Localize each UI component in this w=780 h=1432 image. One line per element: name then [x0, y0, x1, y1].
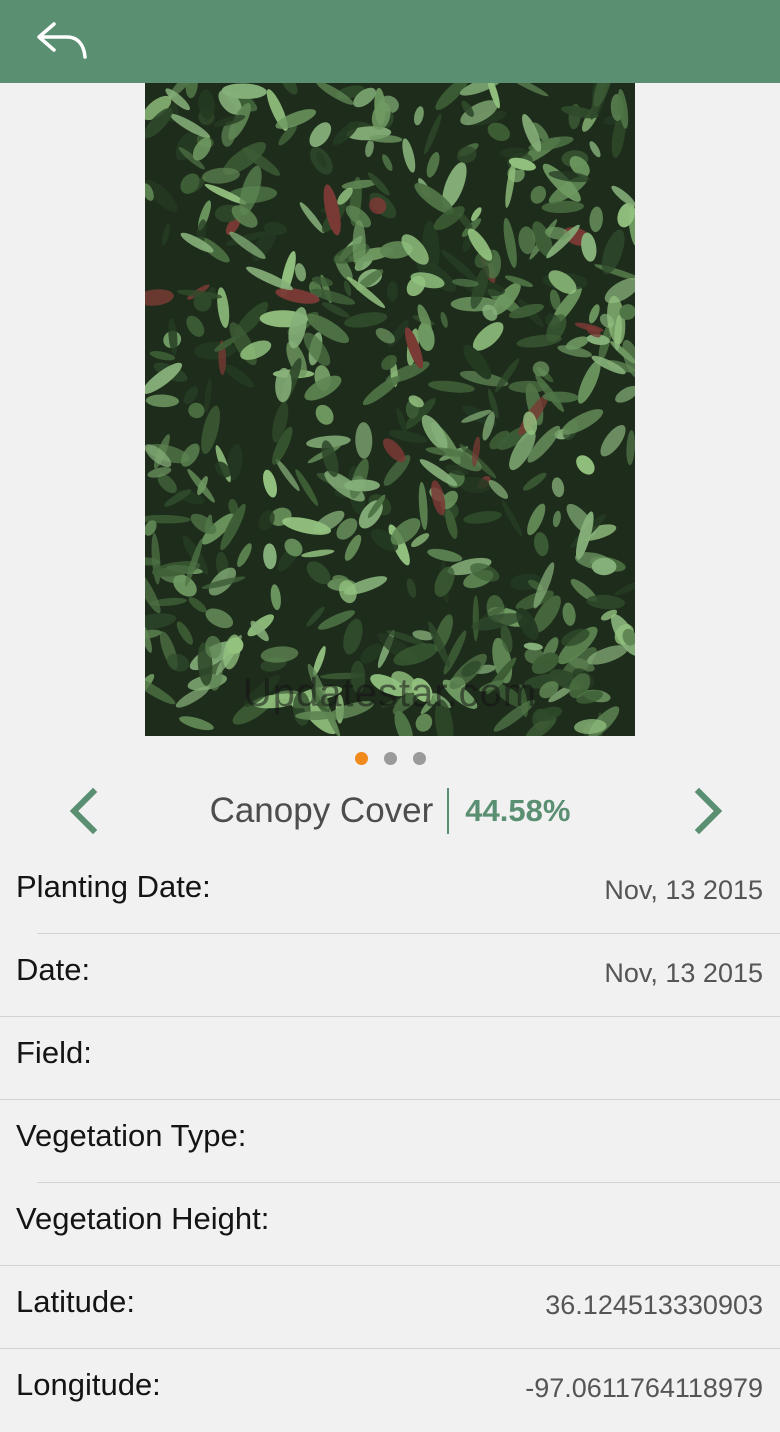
- leaf-shape: [472, 595, 479, 642]
- details-list: Planting Date: Nov, 13 2015 Date: Nov, 1…: [0, 851, 780, 1432]
- metric-value: 44.58%: [465, 793, 571, 828]
- leaf-shape: [352, 219, 366, 270]
- plant-photo: Updatestar.com: [145, 83, 635, 736]
- detail-value: 36.124513330903: [545, 1290, 763, 1320]
- page-dot-3[interactable]: [412, 752, 426, 765]
- chevron-right-icon: [694, 787, 723, 835]
- back-button[interactable]: [30, 16, 94, 66]
- detail-row-planting-date[interactable]: Planting Date: Nov, 13 2015: [0, 851, 780, 934]
- metric-display: Canopy Cover 44.58%: [0, 786, 780, 836]
- detail-label: Latitude:: [16, 1284, 135, 1319]
- page-dot-2[interactable]: [383, 752, 397, 765]
- reply-arrow-icon: [37, 22, 87, 59]
- top-bar: [0, 0, 780, 83]
- metric-label: Canopy Cover: [209, 791, 434, 830]
- foliage-image: [145, 83, 635, 736]
- detail-label: Planting Date:: [16, 869, 211, 904]
- leaf-shape: [508, 380, 548, 393]
- leaf-shape: [591, 558, 617, 576]
- detail-value: -97.0611764118979: [525, 1373, 763, 1403]
- photo-watermark: Updatestar.com: [242, 671, 538, 715]
- detail-label: Date:: [16, 952, 91, 987]
- page-indicator: [0, 752, 780, 768]
- leaf-shape: [344, 479, 380, 492]
- next-metric-button[interactable]: [688, 786, 728, 836]
- detail-row-longitude[interactable]: Longitude: -97.0611764118979: [0, 1349, 780, 1432]
- detail-row-date[interactable]: Date: Nov, 13 2015: [0, 934, 780, 1017]
- detail-value: Nov, 13 2015: [604, 958, 763, 988]
- detail-label: Vegetation Height:: [16, 1201, 270, 1236]
- detail-value: Nov, 13 2015: [604, 875, 763, 905]
- detail-row-vegetation-type[interactable]: Vegetation Type:: [0, 1100, 780, 1183]
- detail-row-field[interactable]: Field:: [0, 1017, 780, 1100]
- detail-row-latitude[interactable]: Latitude: 36.124513330903: [0, 1266, 780, 1349]
- detail-label: Longitude:: [16, 1367, 161, 1402]
- detail-row-vegetation-height[interactable]: Vegetation Height:: [0, 1183, 780, 1266]
- page-dot-1[interactable]: [354, 752, 368, 765]
- detail-label: Field:: [16, 1035, 92, 1070]
- detail-label: Vegetation Type:: [16, 1118, 247, 1153]
- metric-row: Canopy Cover 44.58%: [0, 778, 780, 844]
